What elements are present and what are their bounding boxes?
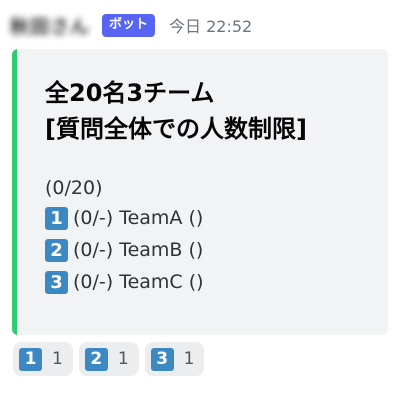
- keycap-three-icon: 3: [45, 270, 68, 294]
- total-count: (0/20): [45, 177, 103, 199]
- reaction-keycap-one[interactable]: 1 1: [13, 342, 73, 376]
- reaction-keycap-two[interactable]: 2 1: [78, 342, 139, 376]
- keycap-one-icon: 1: [19, 347, 42, 371]
- team-line: 1 (0/-) TeamA (): [45, 202, 204, 234]
- team-text: (0/-) TeamC (): [73, 271, 204, 293]
- embed-title: 全20名3チーム [質問全体での人数制限]: [45, 75, 307, 147]
- embed-title-line-2: [質問全体での人数制限]: [45, 115, 307, 143]
- reaction-count: 1: [117, 349, 129, 369]
- reaction-bar: 1 1 2 1 3 1: [13, 342, 205, 376]
- embed-title-line-1: 全20名3チーム: [45, 79, 215, 107]
- reaction-count: 1: [183, 349, 195, 369]
- embed-description: (0/20) 1 (0/-) TeamA () 2 (0/-) TeamB ()…: [45, 175, 204, 298]
- embed: 全20名3チーム [質問全体での人数制限] (0/20) 1 (0/-) Tea…: [12, 49, 388, 335]
- username[interactable]: 秋田さん: [10, 12, 90, 39]
- keycap-two-icon: 2: [84, 347, 108, 371]
- keycap-one-icon: 1: [45, 206, 68, 230]
- reaction-keycap-three[interactable]: 3 1: [144, 342, 205, 376]
- message-header: 秋田さん ボット 今日 22:52: [10, 8, 252, 42]
- embed-accent-bar: [12, 49, 17, 335]
- team-text: (0/-) TeamA (): [73, 207, 204, 229]
- bot-tag: ボット: [102, 13, 156, 37]
- team-line: 2 (0/-) TeamB (): [45, 234, 204, 266]
- reaction-count: 1: [52, 349, 63, 369]
- keycap-three-icon: 3: [150, 347, 174, 371]
- team-line: 3 (0/-) TeamC (): [45, 266, 204, 298]
- team-text: (0/-) TeamB (): [73, 239, 204, 261]
- keycap-two-icon: 2: [45, 238, 68, 262]
- timestamp[interactable]: 今日 22:52: [169, 13, 252, 37]
